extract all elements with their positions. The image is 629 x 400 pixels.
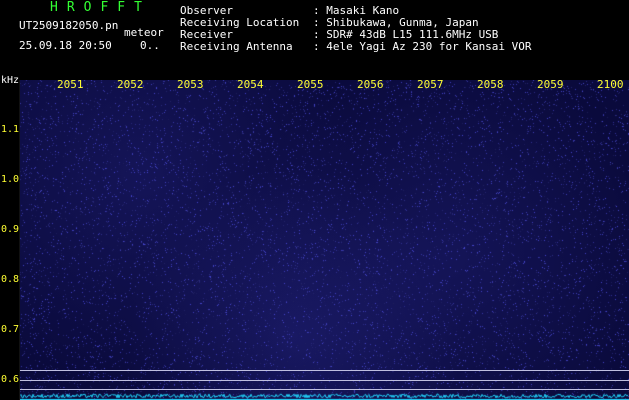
y-tick: 1.0 [1,174,20,185]
x-tick: 2053 [177,79,204,91]
header-panel: HROFFT UT2509182050.pn meteor 25.09.18 2… [0,0,629,74]
date-time: 25.09.18 20:50 [19,39,112,52]
x-tick: 2052 [117,79,144,91]
x-tick: 2057 [417,79,444,91]
spectrum-trace [20,392,629,400]
file-name: UT2509182050.pn [19,19,119,32]
x-tick: 2056 [357,79,384,91]
antenna-value: : 4ele Yagi Az 230 for Kansai VOR [313,40,532,53]
grid-line [20,380,629,381]
x-tick: 2059 [537,79,564,91]
mode-label: meteor [124,26,164,39]
x-tick: 2058 [477,79,504,91]
app-title: HROFFT [50,0,151,15]
x-tick: 2100 [597,79,624,91]
spectrogram-noise [20,80,629,400]
y-tick: 0.8 [1,274,20,285]
axis-unit: kHz [1,75,20,86]
plot-left-border [19,80,20,400]
y-tick: 0.7 [1,324,20,335]
y-tick: 0.6 [1,374,20,385]
count-label: 0.. [140,39,160,52]
grid-line [20,389,629,390]
y-tick: 1.1 [1,124,20,135]
antenna-label: Receiving Antenna [180,40,293,53]
x-tick: 2055 [297,79,324,91]
x-tick: 2051 [57,79,84,91]
spectrogram-plot [20,80,629,400]
y-tick: 0.9 [1,224,20,235]
grid-line [20,370,629,371]
x-tick: 2054 [237,79,264,91]
